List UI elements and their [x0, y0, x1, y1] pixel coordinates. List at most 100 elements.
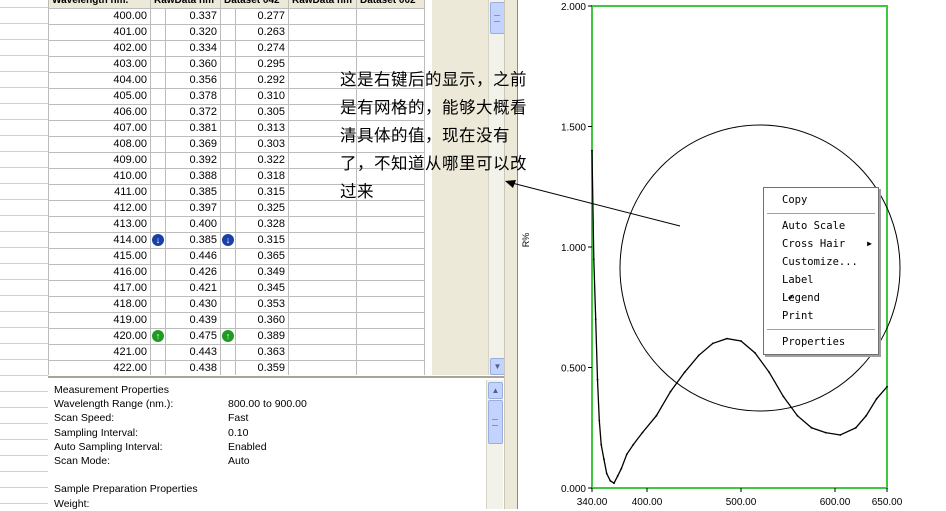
- flag-cell[interactable]: [150, 88, 166, 105]
- menu-item-legend[interactable]: Legend ✔: [764, 290, 878, 306]
- dataset-value-cell[interactable]: 0.363: [235, 344, 289, 361]
- empty-cell[interactable]: [288, 248, 357, 265]
- empty-cell[interactable]: [356, 360, 425, 375]
- empty-cell[interactable]: [356, 344, 425, 361]
- rawdata-value-cell[interactable]: 0.421: [165, 280, 221, 297]
- dataset-value-cell[interactable]: 0.365: [235, 248, 289, 265]
- rawdata-value-cell[interactable]: 0.446: [165, 248, 221, 265]
- dataset-value-cell[interactable]: 0.318: [235, 168, 289, 185]
- flag-cell[interactable]: ↑: [220, 328, 236, 345]
- rawdata-value-cell[interactable]: 0.337: [165, 8, 221, 25]
- table-row[interactable]: 420.00 ↑ 0.475 ↑ 0.389: [48, 328, 425, 345]
- rawdata-value-cell[interactable]: 0.400: [165, 216, 221, 233]
- column-header-dataset-042[interactable]: Dataset 042: [220, 0, 289, 9]
- empty-cell[interactable]: [288, 344, 357, 361]
- table-row[interactable]: 419.00 0.439 0.360: [48, 312, 425, 329]
- empty-cell[interactable]: [288, 40, 357, 57]
- table-row[interactable]: 422.00 0.438 0.359: [48, 360, 425, 375]
- dataset-value-cell[interactable]: 0.345: [235, 280, 289, 297]
- empty-cell[interactable]: [288, 8, 357, 25]
- wavelength-cell[interactable]: 407.00: [48, 120, 151, 137]
- flag-cell[interactable]: [150, 152, 166, 169]
- properties-scrollbar-thumb[interactable]: [488, 400, 503, 444]
- rawdata-value-cell[interactable]: 0.438: [165, 360, 221, 375]
- flag-cell[interactable]: [150, 216, 166, 233]
- flag-cell[interactable]: [220, 280, 236, 297]
- table-row[interactable]: 413.00 0.400 0.328: [48, 216, 425, 233]
- flag-cell[interactable]: [150, 56, 166, 73]
- empty-cell[interactable]: [288, 280, 357, 297]
- table-row[interactable]: 416.00 0.426 0.349: [48, 264, 425, 281]
- flag-cell[interactable]: [220, 152, 236, 169]
- rawdata-value-cell[interactable]: 0.334: [165, 40, 221, 57]
- rawdata-value-cell[interactable]: 0.369: [165, 136, 221, 153]
- flag-cell[interactable]: [220, 360, 236, 375]
- rawdata-value-cell[interactable]: 0.372: [165, 104, 221, 121]
- empty-cell[interactable]: [356, 24, 425, 41]
- flag-cell[interactable]: [150, 264, 166, 281]
- flag-cell[interactable]: [150, 200, 166, 217]
- dataset-value-cell[interactable]: 0.353: [235, 296, 289, 313]
- rawdata-value-cell[interactable]: 0.475: [165, 328, 221, 345]
- dataset-value-cell[interactable]: 0.310: [235, 88, 289, 105]
- wavelength-cell[interactable]: 410.00: [48, 168, 151, 185]
- dataset-value-cell[interactable]: 0.295: [235, 56, 289, 73]
- wavelength-cell[interactable]: 412.00: [48, 200, 151, 217]
- rawdata-value-cell[interactable]: 0.443: [165, 344, 221, 361]
- empty-cell[interactable]: [356, 232, 425, 249]
- rawdata-value-cell[interactable]: 0.385: [165, 184, 221, 201]
- flag-cell[interactable]: [220, 72, 236, 89]
- dataset-value-cell[interactable]: 0.349: [235, 264, 289, 281]
- flag-cell[interactable]: [220, 88, 236, 105]
- wavelength-cell[interactable]: 400.00: [48, 8, 151, 25]
- table-row[interactable]: 417.00 0.421 0.345: [48, 280, 425, 297]
- rawdata-value-cell[interactable]: 0.378: [165, 88, 221, 105]
- table-row[interactable]: 400.00 0.337 0.277: [48, 8, 425, 25]
- menu-item-print[interactable]: Print: [764, 308, 878, 324]
- flag-cell[interactable]: [220, 200, 236, 217]
- table-row[interactable]: 421.00 0.443 0.363: [48, 344, 425, 361]
- flag-cell[interactable]: [150, 248, 166, 265]
- menu-item-cross-hair[interactable]: Cross Hair ▶: [764, 236, 878, 252]
- wavelength-cell[interactable]: 402.00: [48, 40, 151, 57]
- dataset-value-cell[interactable]: 0.305: [235, 104, 289, 121]
- empty-cell[interactable]: [356, 296, 425, 313]
- empty-cell[interactable]: [356, 264, 425, 281]
- wavelength-cell[interactable]: 419.00: [48, 312, 151, 329]
- dataset-value-cell[interactable]: 0.292: [235, 72, 289, 89]
- flag-cell[interactable]: [220, 248, 236, 265]
- flag-cell[interactable]: [150, 296, 166, 313]
- flag-cell[interactable]: [220, 104, 236, 121]
- flag-cell[interactable]: ↑: [150, 328, 166, 345]
- column-header-rawdata-1[interactable]: RawData nm: [150, 0, 221, 9]
- table-scrollbar-thumb[interactable]: [490, 2, 505, 34]
- flag-cell[interactable]: [220, 136, 236, 153]
- column-header-wavelength[interactable]: Wavelength nm.: [48, 0, 151, 9]
- flag-cell[interactable]: [220, 40, 236, 57]
- dataset-value-cell[interactable]: 0.359: [235, 360, 289, 375]
- wavelength-cell[interactable]: 408.00: [48, 136, 151, 153]
- flag-cell[interactable]: [220, 24, 236, 41]
- flag-cell[interactable]: [220, 120, 236, 137]
- table-row[interactable]: 401.00 0.320 0.263: [48, 24, 425, 41]
- rawdata-value-cell[interactable]: 0.381: [165, 120, 221, 137]
- chart-context-menu[interactable]: Copy Auto Scale Cross Hair ▶ Customize... Lab…: [763, 187, 879, 355]
- empty-cell[interactable]: [356, 280, 425, 297]
- menu-item-customize[interactable]: Customize...: [764, 254, 878, 270]
- wavelength-cell[interactable]: 409.00: [48, 152, 151, 169]
- rawdata-value-cell[interactable]: 0.426: [165, 264, 221, 281]
- dataset-value-cell[interactable]: 0.274: [235, 40, 289, 57]
- dataset-value-cell[interactable]: 0.263: [235, 24, 289, 41]
- menu-item-auto-scale[interactable]: Auto Scale: [764, 218, 878, 234]
- flag-cell[interactable]: [150, 280, 166, 297]
- wavelength-cell[interactable]: 404.00: [48, 72, 151, 89]
- flag-cell[interactable]: [150, 72, 166, 89]
- wavelength-cell[interactable]: 406.00: [48, 104, 151, 121]
- wavelength-cell[interactable]: 416.00: [48, 264, 151, 281]
- table-row[interactable]: 414.00 ↓ 0.385 ↓ 0.315: [48, 232, 425, 249]
- table-row[interactable]: 418.00 0.430 0.353: [48, 296, 425, 313]
- wavelength-cell[interactable]: 415.00: [48, 248, 151, 265]
- rawdata-value-cell[interactable]: 0.360: [165, 56, 221, 73]
- empty-cell[interactable]: [356, 328, 425, 345]
- flag-cell[interactable]: [150, 312, 166, 329]
